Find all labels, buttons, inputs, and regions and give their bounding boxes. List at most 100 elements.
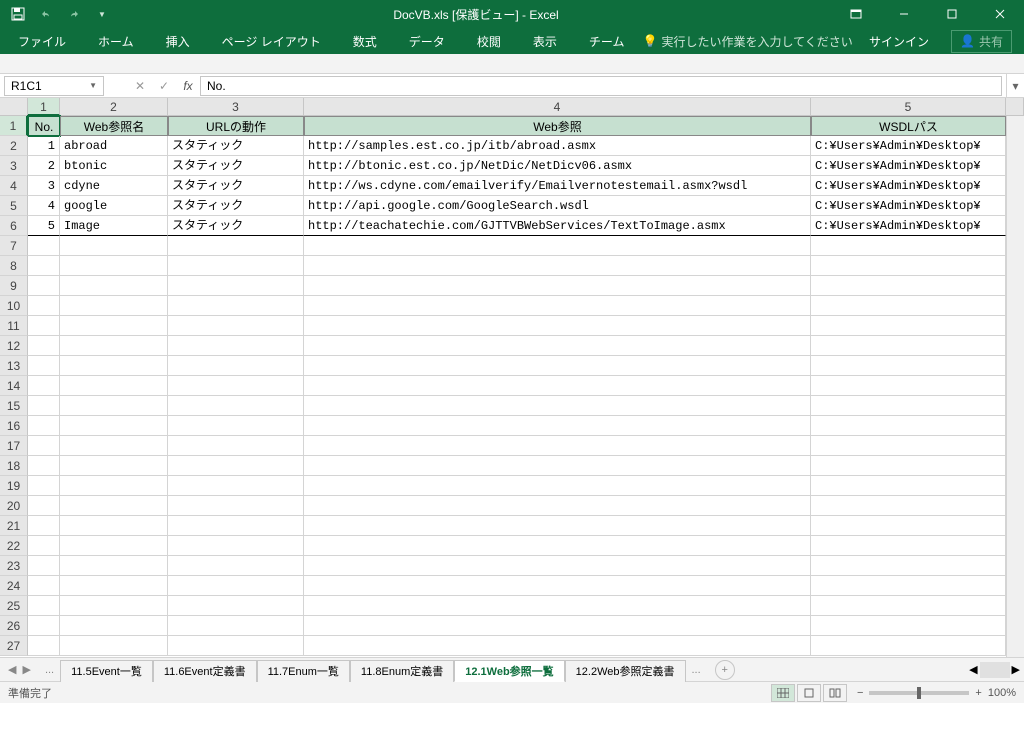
cell[interactable] [168,236,304,256]
zoom-in-button[interactable]: + [975,687,981,699]
cell[interactable] [28,616,60,636]
data-tab[interactable]: データ [395,28,459,54]
cell[interactable] [168,376,304,396]
select-all[interactable] [0,98,28,116]
sheet-tab[interactable]: 11.7Enum一覧 [257,660,350,682]
cell[interactable] [811,476,1006,496]
cell[interactable]: URLの動作 [168,116,304,136]
cell[interactable] [811,576,1006,596]
cell[interactable]: スタティック [168,176,304,196]
cell[interactable] [60,336,168,356]
row-header[interactable]: 13 [0,356,28,376]
cell[interactable] [60,416,168,436]
cell[interactable]: スタティック [168,196,304,216]
col-header[interactable]: 2 [60,98,168,116]
cell[interactable] [60,436,168,456]
cell[interactable] [811,236,1006,256]
row-header[interactable]: 25 [0,596,28,616]
cell[interactable]: http://api.google.com/GoogleSearch.wsdl [304,196,811,216]
cell[interactable] [168,436,304,456]
cell[interactable]: Image [60,216,168,236]
cell[interactable]: http://teachatechie.com/GJTTVBWebService… [304,216,811,236]
cell[interactable] [168,636,304,656]
cell[interactable] [304,416,811,436]
formula-input[interactable]: No. [200,76,1002,96]
sheet-tab[interactable]: 12.2Web参照定義書 [565,660,686,682]
cell[interactable]: スタティック [168,216,304,236]
zoom-out-button[interactable]: − [857,687,863,699]
cell[interactable] [304,516,811,536]
cell[interactable] [811,416,1006,436]
cell[interactable] [28,236,60,256]
sheet-tab[interactable]: 11.5Event一覧 [60,660,153,682]
cell[interactable] [28,536,60,556]
cell[interactable] [28,336,60,356]
cell[interactable] [28,416,60,436]
cell[interactable] [811,596,1006,616]
cell[interactable] [304,576,811,596]
sheet-overflow-left[interactable]: ... [39,664,60,676]
scroll-thumb[interactable] [980,662,1010,678]
cancel-button[interactable]: ✕ [128,76,152,96]
cell[interactable] [811,436,1006,456]
cell[interactable] [811,496,1006,516]
tell-me[interactable]: 💡 実行したい作業を入力してください [642,33,852,50]
cell[interactable] [811,276,1006,296]
row-header[interactable]: 19 [0,476,28,496]
cell[interactable] [168,596,304,616]
sheet-nav[interactable]: ◀▶ [0,663,39,676]
cell[interactable] [811,616,1006,636]
cell[interactable] [28,516,60,536]
row-header[interactable]: 16 [0,416,28,436]
cell[interactable] [28,636,60,656]
cell[interactable] [60,596,168,616]
cell[interactable] [60,516,168,536]
sheet-tab[interactable]: 11.6Event定義書 [153,660,257,682]
insert-tab[interactable]: 挿入 [152,28,204,54]
cell[interactable]: cdyne [60,176,168,196]
cell[interactable] [60,616,168,636]
cell[interactable] [168,496,304,516]
cell[interactable] [60,496,168,516]
cell[interactable] [811,296,1006,316]
cell[interactable] [168,396,304,416]
pagebreak-view-button[interactable] [823,684,847,702]
cell[interactable] [168,576,304,596]
col-header[interactable] [1006,98,1024,116]
cell[interactable] [304,296,811,316]
cell[interactable] [28,256,60,276]
cell[interactable] [811,336,1006,356]
cell[interactable] [811,356,1006,376]
cell[interactable] [60,356,168,376]
maximize-button[interactable] [932,0,972,28]
cell[interactable] [168,356,304,376]
row-header[interactable]: 20 [0,496,28,516]
cell[interactable] [168,556,304,576]
row-header[interactable]: 24 [0,576,28,596]
row-header[interactable]: 2 [0,136,28,156]
cell[interactable] [60,636,168,656]
cell[interactable] [60,256,168,276]
horizontal-scroll[interactable]: ◀ ▶ [969,662,1024,678]
cell[interactable]: No. [28,116,60,136]
cell[interactable] [60,396,168,416]
cell[interactable] [304,456,811,476]
row-header[interactable]: 11 [0,316,28,336]
qat-dropdown[interactable]: ▼ [92,4,112,24]
cell[interactable] [28,396,60,416]
cell[interactable]: スタティック [168,136,304,156]
formulas-tab[interactable]: 数式 [339,28,391,54]
cell[interactable]: C:¥Users¥Admin¥Desktop¥ [811,136,1006,156]
col-header[interactable]: 3 [168,98,304,116]
save-button[interactable] [8,4,28,24]
cell[interactable] [304,496,811,516]
cell[interactable]: 5 [28,216,60,236]
cell[interactable]: 2 [28,156,60,176]
cell[interactable] [168,456,304,476]
redo-button[interactable] [64,4,84,24]
zoom-thumb[interactable] [917,687,921,699]
cell[interactable] [60,556,168,576]
cell[interactable] [304,396,811,416]
cell[interactable] [168,616,304,636]
cell[interactable] [28,476,60,496]
